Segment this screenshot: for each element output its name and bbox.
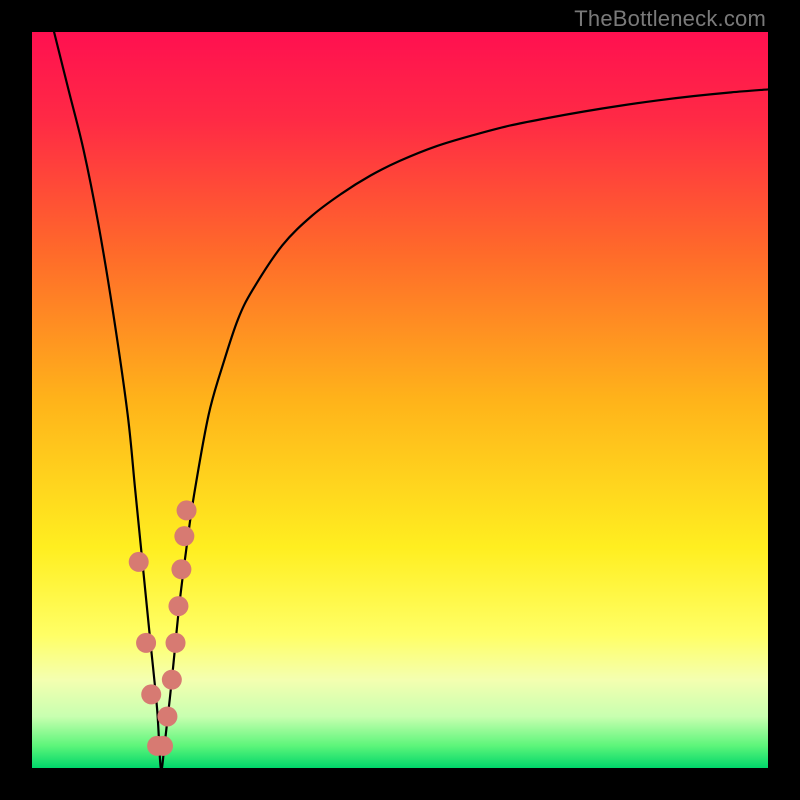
watermark-text: TheBottleneck.com [574, 6, 766, 32]
data-point [129, 552, 149, 572]
data-point [168, 596, 188, 616]
data-point [136, 633, 156, 653]
data-point [153, 736, 173, 756]
data-point [141, 684, 161, 704]
bottleneck-curve [32, 32, 768, 768]
chart-frame: TheBottleneck.com [0, 0, 800, 800]
data-point [166, 633, 186, 653]
data-point [174, 526, 194, 546]
plot-area [32, 32, 768, 768]
data-point [162, 670, 182, 690]
data-point [177, 500, 197, 520]
data-point [157, 706, 177, 726]
data-point [171, 559, 191, 579]
